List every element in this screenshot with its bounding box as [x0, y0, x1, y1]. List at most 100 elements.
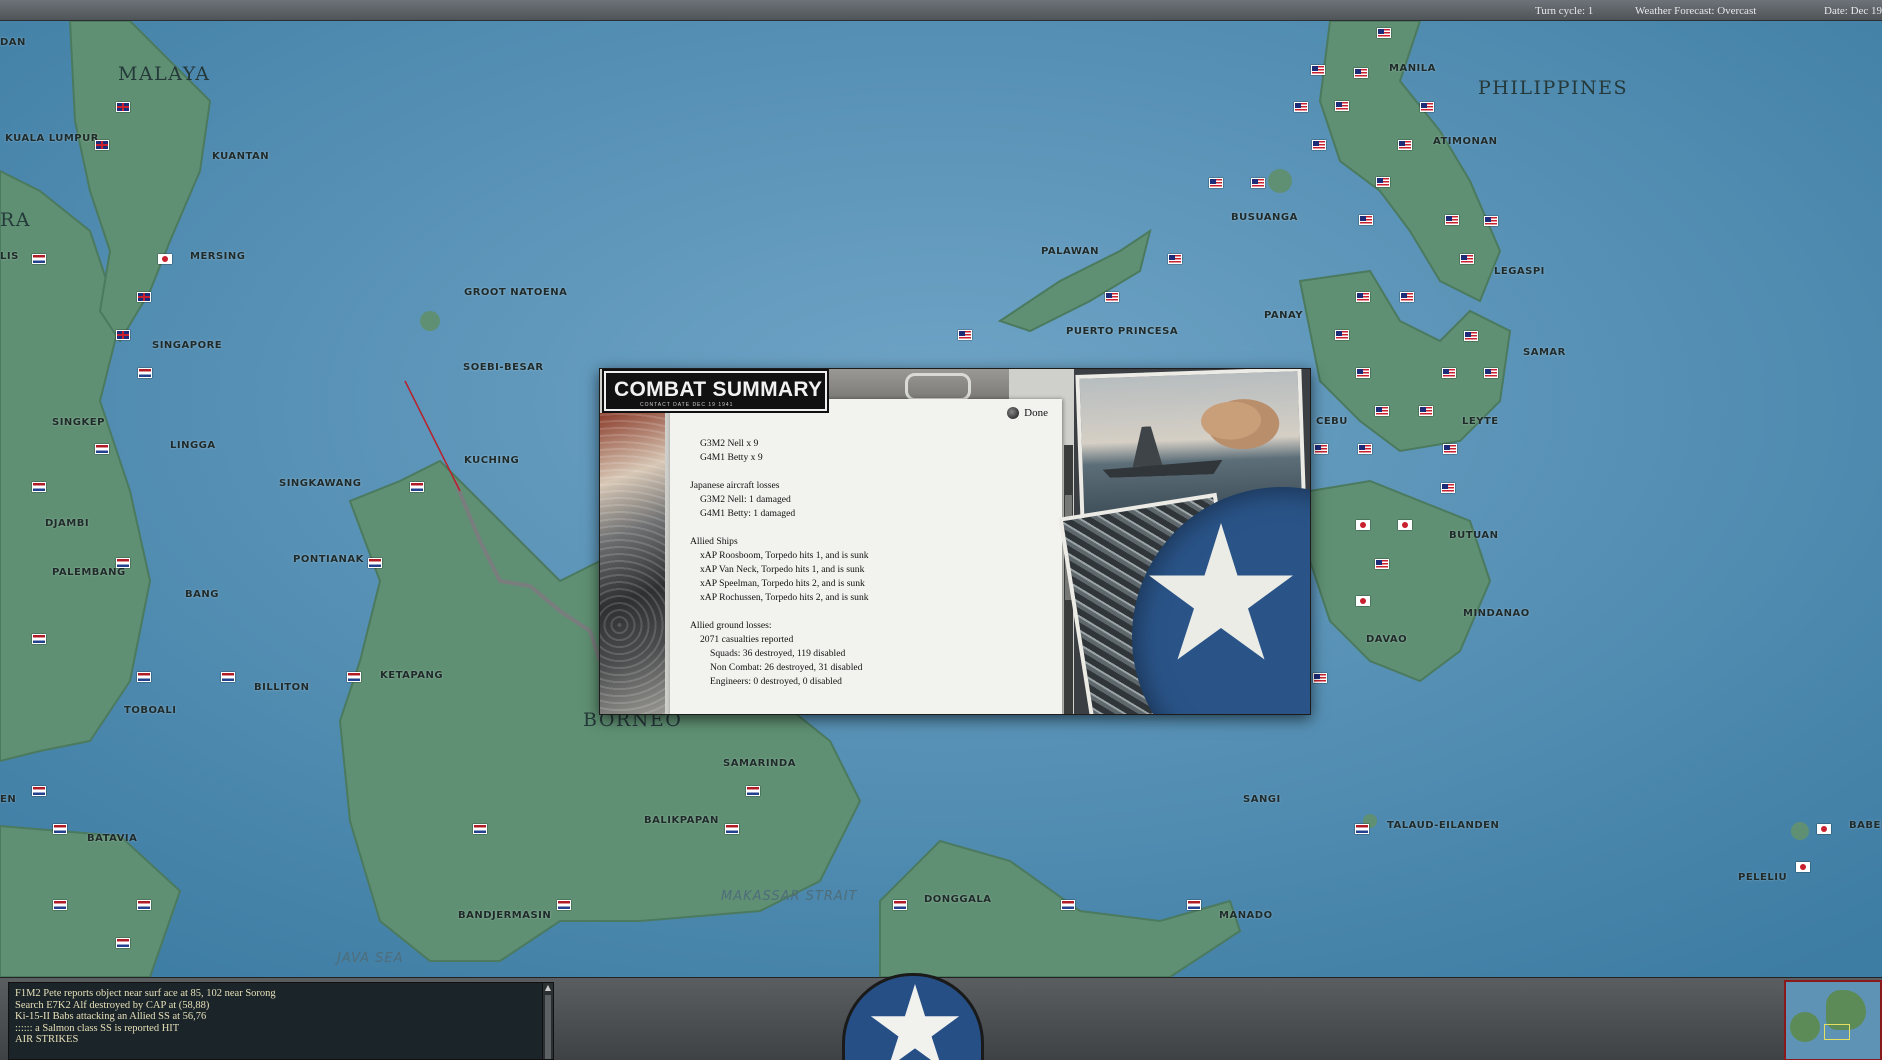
us-star-emblem-icon[interactable] [842, 973, 984, 1060]
base-flag-dutch[interactable] [1061, 900, 1075, 910]
base-flag-us[interactable] [1251, 178, 1265, 188]
base-flag-us[interactable] [1484, 368, 1498, 378]
base-flag-dutch[interactable] [221, 672, 235, 682]
base-flag-uk[interactable] [116, 102, 130, 112]
base-flag-dutch[interactable] [32, 254, 46, 264]
base-flag-us[interactable] [1398, 140, 1412, 150]
place-label: MINDANAO [1463, 608, 1530, 619]
report-line: 2071 casualties reported [700, 634, 794, 645]
base-flag-dutch[interactable] [725, 824, 739, 834]
message-log: F1M2 Pete reports object near surf ace a… [8, 982, 548, 1060]
base-flag-us[interactable] [1377, 28, 1391, 38]
base-flag-us[interactable] [1464, 331, 1478, 341]
base-flag-us[interactable] [1441, 483, 1455, 493]
base-flag-us[interactable] [1484, 216, 1498, 226]
base-flag-dutch[interactable] [95, 444, 109, 454]
place-label: LINGGA [170, 440, 216, 451]
region-label: MALAYA [118, 63, 211, 85]
minimap[interactable] [1784, 980, 1882, 1060]
base-flag-uk[interactable] [137, 292, 151, 302]
base-flag-us[interactable] [1335, 330, 1349, 340]
place-label: DAVAO [1366, 634, 1408, 645]
base-flag-us[interactable] [1358, 444, 1372, 454]
base-flag-us[interactable] [958, 330, 972, 340]
message-log-scrollbar[interactable]: ▲ [542, 982, 554, 1060]
place-label: KUCHING [464, 455, 520, 466]
base-flag-dutch[interactable] [137, 672, 151, 682]
minimap-viewport[interactable] [1824, 1024, 1850, 1040]
base-flag-us[interactable] [1311, 65, 1325, 75]
base-flag-us[interactable] [1443, 444, 1457, 454]
base-flag-us[interactable] [1442, 368, 1456, 378]
base-flag-us[interactable] [1376, 177, 1390, 187]
base-flag-us[interactable] [1312, 140, 1326, 150]
place-label: DJAMBI [45, 518, 90, 529]
base-flag-japan[interactable] [1817, 824, 1831, 834]
base-flag-dutch[interactable] [137, 900, 151, 910]
base-flag-dutch[interactable] [53, 824, 67, 834]
base-flag-dutch[interactable] [347, 672, 361, 682]
base-flag-dutch[interactable] [473, 824, 487, 834]
game-date: Date: Dec 19, 1 [1824, 5, 1882, 17]
base-flag-dutch[interactable] [116, 938, 130, 948]
log-line: F1M2 Pete reports object near surf ace a… [15, 988, 276, 999]
base-flag-japan[interactable] [1356, 596, 1370, 606]
base-flag-us[interactable] [1354, 68, 1368, 78]
place-label: PUERTO PRINCESA [1066, 326, 1179, 337]
base-flag-us[interactable] [1419, 406, 1433, 416]
base-flag-dutch[interactable] [1187, 900, 1201, 910]
base-flag-dutch[interactable] [32, 482, 46, 492]
place-label: SAMAR [1523, 347, 1566, 358]
base-flag-uk[interactable] [95, 140, 109, 150]
place-label: TALAUD-EILANDEN [1387, 820, 1500, 831]
base-flag-uk[interactable] [116, 330, 130, 340]
sea-label: MAKASSAR STRAIT [721, 889, 858, 904]
base-flag-dutch[interactable] [410, 482, 424, 492]
base-flag-dutch[interactable] [32, 634, 46, 644]
base-flag-dutch[interactable] [557, 900, 571, 910]
base-flag-dutch[interactable] [746, 786, 760, 796]
place-label: SINGAPORE [152, 340, 223, 351]
base-flag-us[interactable] [1445, 215, 1459, 225]
base-flag-us[interactable] [1400, 292, 1414, 302]
base-flag-us[interactable] [1375, 559, 1389, 569]
base-flag-us[interactable] [1313, 673, 1327, 683]
base-flag-us[interactable] [1420, 102, 1434, 112]
place-label: BUSUANGA [1231, 212, 1298, 223]
base-flag-dutch[interactable] [138, 368, 152, 378]
base-flag-us[interactable] [1168, 254, 1182, 264]
base-flag-us[interactable] [1335, 101, 1349, 111]
base-flag-us[interactable] [1356, 292, 1370, 302]
base-flag-us[interactable] [1356, 368, 1370, 378]
base-flag-japan[interactable] [158, 254, 172, 264]
report-line: xAP Speelman, Torpedo hits 2, and is sun… [700, 578, 865, 589]
base-flag-us[interactable] [1460, 254, 1474, 264]
sea-label: JAVA SEA [337, 951, 404, 966]
report-line: xAP Van Neck, Torpedo hits 1, and is sun… [700, 564, 865, 575]
done-button[interactable]: Done [1007, 407, 1048, 419]
base-flag-us[interactable] [1314, 444, 1328, 454]
base-flag-us[interactable] [1209, 178, 1223, 188]
base-flag-japan[interactable] [1356, 520, 1370, 530]
base-flag-dutch[interactable] [368, 558, 382, 568]
bottom-panel: F1M2 Pete reports object near surf ace a… [0, 973, 1882, 1060]
place-label: EN [0, 794, 17, 805]
report-line: Allied Ships [690, 536, 738, 547]
message-log-scrollbar-thumb[interactable] [545, 995, 551, 1059]
base-flag-japan[interactable] [1796, 862, 1810, 872]
base-flag-dutch[interactable] [893, 900, 907, 910]
base-flag-dutch[interactable] [116, 558, 130, 568]
base-flag-us[interactable] [1375, 406, 1389, 416]
base-flag-dutch[interactable] [1355, 824, 1369, 834]
base-flag-us[interactable] [1294, 102, 1308, 112]
base-flag-japan[interactable] [1398, 520, 1412, 530]
place-label: LIS [0, 251, 19, 262]
scroll-up-icon[interactable]: ▲ [544, 983, 552, 993]
place-label: SANGI [1243, 794, 1281, 805]
base-flag-us[interactable] [1359, 215, 1373, 225]
base-flag-dutch[interactable] [53, 900, 67, 910]
place-label: ATIMONAN [1433, 136, 1498, 147]
base-flag-us[interactable] [1105, 292, 1119, 302]
report-line: G4M1 Betty x 9 [700, 452, 763, 463]
base-flag-dutch[interactable] [32, 786, 46, 796]
